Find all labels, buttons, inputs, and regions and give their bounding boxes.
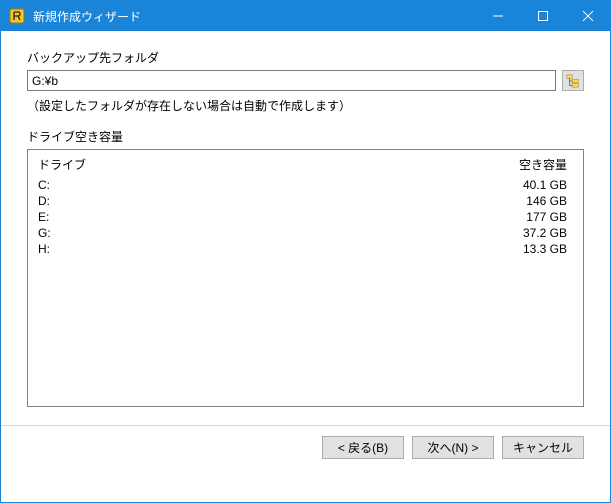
drive-row: E: 177 GB (36, 209, 575, 225)
next-button[interactable]: 次へ(N) > (412, 436, 494, 459)
drive-row: H: 13.3 GB (36, 241, 575, 257)
minimize-button[interactable] (475, 1, 520, 31)
wizard-window: 新規作成ウィザード バックアップ先フォルダ (0, 0, 611, 503)
drive-section-label: ドライブ空き容量 (27, 128, 584, 145)
header-free: 空き容量 (483, 156, 573, 173)
app-icon (9, 8, 25, 24)
drive-name: D: (38, 193, 483, 209)
cancel-button[interactable]: キャンセル (502, 436, 584, 459)
close-button[interactable] (565, 1, 610, 31)
drive-free: 37.2 GB (483, 225, 573, 241)
backup-folder-input[interactable] (27, 70, 556, 91)
drive-row: D: 146 GB (36, 193, 575, 209)
browse-button[interactable] (562, 70, 584, 91)
drive-free: 177 GB (483, 209, 573, 225)
titlebar: 新規作成ウィザード (1, 1, 610, 31)
backup-folder-label: バックアップ先フォルダ (27, 49, 584, 66)
back-button[interactable]: < 戻る(B) (322, 436, 404, 459)
drive-list-header: ドライブ 空き容量 (36, 154, 575, 177)
drive-name: G: (38, 225, 483, 241)
backup-folder-row (27, 70, 584, 91)
drive-name: C: (38, 177, 483, 193)
drive-free: 13.3 GB (483, 241, 573, 257)
maximize-button[interactable] (520, 1, 565, 31)
window-title: 新規作成ウィザード (33, 8, 475, 25)
drive-row: G: 37.2 GB (36, 225, 575, 241)
drive-name: E: (38, 209, 483, 225)
drive-list-box: ドライブ 空き容量 C: 40.1 GB D: 146 GB E: 177 GB… (27, 149, 584, 407)
window-controls (475, 1, 610, 31)
drive-free: 146 GB (483, 193, 573, 209)
drive-free: 40.1 GB (483, 177, 573, 193)
header-drive: ドライブ (38, 156, 483, 173)
hint-text: （設定したフォルダが存在しない場合は自動で作成します） (27, 97, 584, 114)
folder-tree-icon (566, 74, 580, 88)
button-row: < 戻る(B) 次へ(N) > キャンセル (27, 426, 584, 459)
drive-row: C: 40.1 GB (36, 177, 575, 193)
content-area: バックアップ先フォルダ （設定したフォルダが存在しない場合は自動で作成します） … (1, 31, 610, 502)
drive-name: H: (38, 241, 483, 257)
